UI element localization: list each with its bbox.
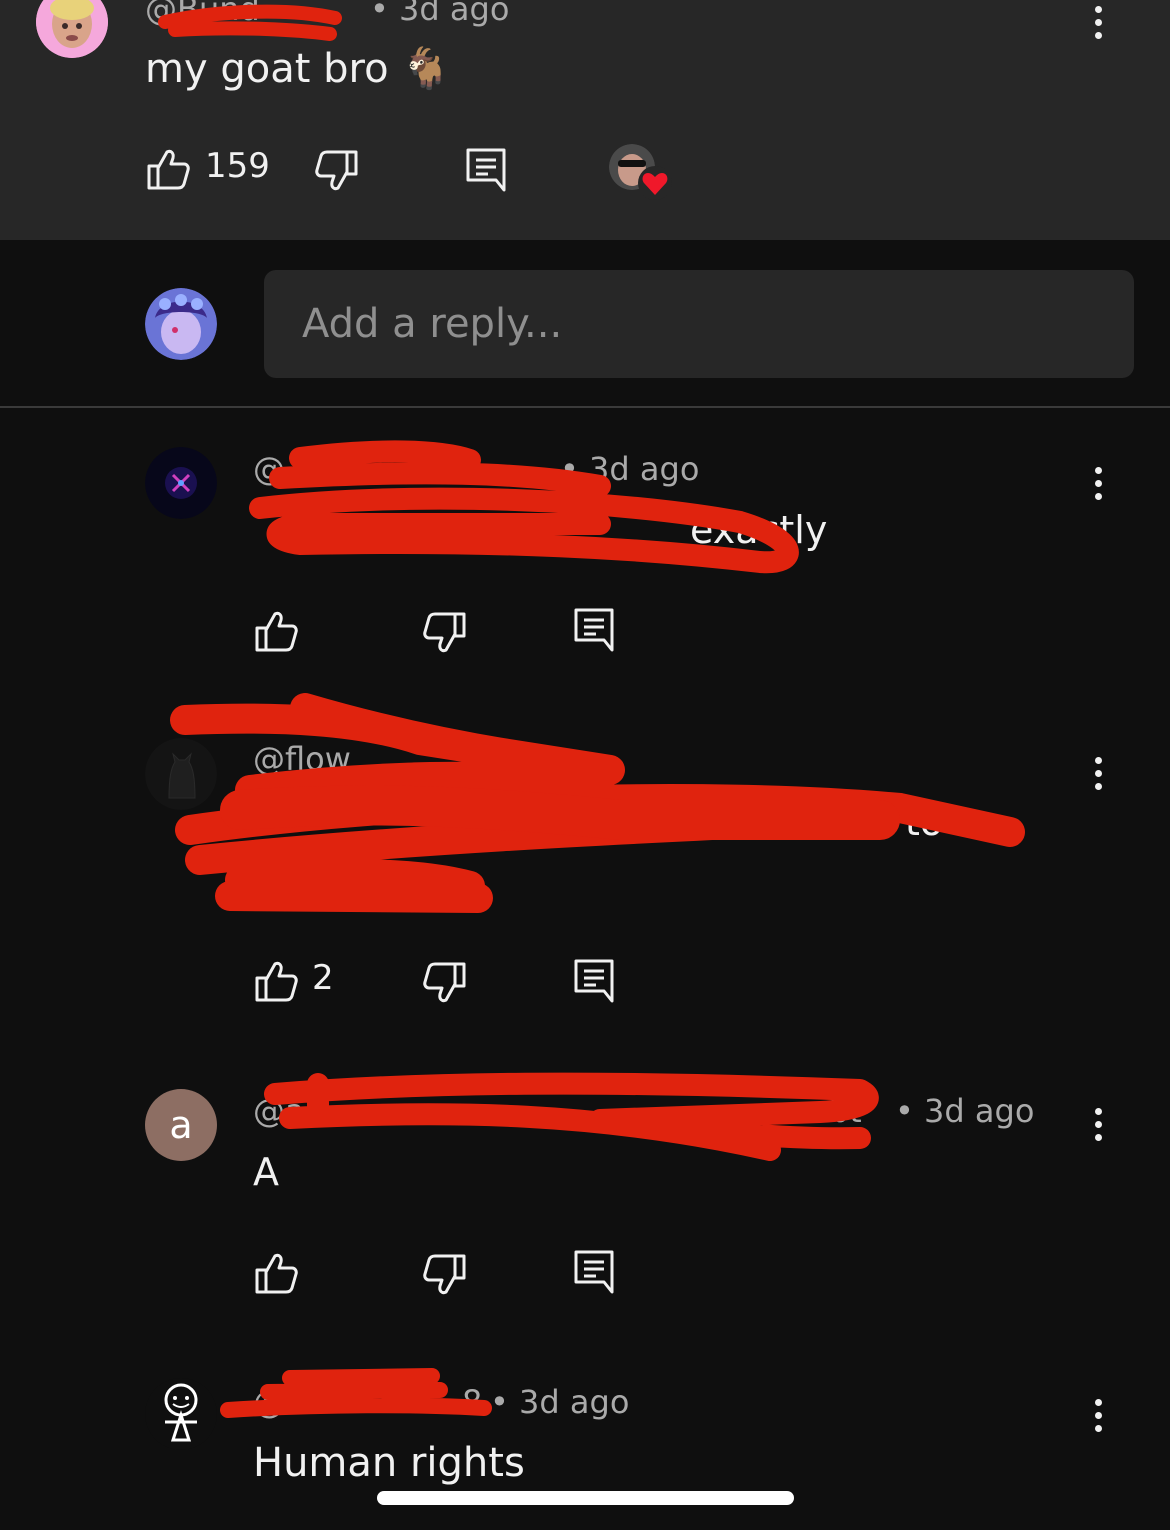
reply-icon[interactable] xyxy=(572,957,618,1003)
like-icon[interactable] xyxy=(253,608,299,654)
reply-text: to xyxy=(905,800,944,844)
dislike-icon[interactable] xyxy=(314,148,360,194)
reply-placeholder: Add a reply... xyxy=(302,301,563,347)
more-options-icon[interactable] xyxy=(1078,1390,1118,1440)
dislike-icon[interactable] xyxy=(422,1252,468,1298)
like-icon[interactable] xyxy=(253,1250,299,1296)
home-indicator[interactable] xyxy=(377,1491,794,1505)
reply-author-tail: aaabt xyxy=(770,1092,862,1130)
more-options-icon[interactable] xyxy=(1078,748,1118,798)
heart-icon xyxy=(638,166,672,200)
comment-author[interactable]: @Bund xyxy=(145,0,260,28)
reply-author[interactable]: @ xyxy=(253,1383,285,1421)
like-icon[interactable] xyxy=(145,146,191,192)
reply-author[interactable]: @a xyxy=(253,1092,305,1130)
reply-author-tail: 8 xyxy=(462,1383,483,1421)
my-avatar xyxy=(145,288,217,360)
avatar-letter: a xyxy=(169,1103,193,1147)
like-count: 2 xyxy=(312,958,334,998)
dislike-icon[interactable] xyxy=(422,960,468,1006)
more-options-icon[interactable] xyxy=(1078,458,1118,508)
reply-icon[interactable] xyxy=(464,146,510,192)
reply-text: A xyxy=(253,1150,279,1194)
reply-timestamp: • 3d ago xyxy=(895,1092,1035,1130)
reply-avatar[interactable] xyxy=(145,738,217,810)
reply-icon[interactable] xyxy=(572,1248,618,1294)
comment-text: my goat bro 🐐 xyxy=(145,46,452,92)
more-options-icon[interactable] xyxy=(1078,0,1118,47)
reply-author[interactable]: @ xyxy=(253,450,285,488)
like-icon[interactable] xyxy=(253,958,299,1004)
reply-avatar[interactable] xyxy=(145,1378,217,1450)
like-count: 159 xyxy=(205,146,270,186)
reply-avatar[interactable]: a xyxy=(145,1089,217,1161)
reply-icon[interactable] xyxy=(572,606,618,652)
commenter-avatar[interactable] xyxy=(36,0,108,58)
reply-input[interactable]: Add a reply... xyxy=(264,270,1134,378)
comment-timestamp: • 3d ago xyxy=(370,0,510,28)
dislike-icon[interactable] xyxy=(422,610,468,656)
highlighted-comment: @Bund • 3d ago my goat bro 🐐 159 xyxy=(0,0,1170,240)
reply-timestamp: • 3d ago xyxy=(560,450,700,488)
reply-text: exactly xyxy=(690,508,828,552)
reply-timestamp: • 3d ago xyxy=(490,1383,630,1421)
reply-text: Human rights xyxy=(253,1440,525,1486)
reply-avatar[interactable] xyxy=(145,447,217,519)
more-options-icon[interactable] xyxy=(1078,1099,1118,1149)
reply-author[interactable]: @flow xyxy=(253,740,351,778)
